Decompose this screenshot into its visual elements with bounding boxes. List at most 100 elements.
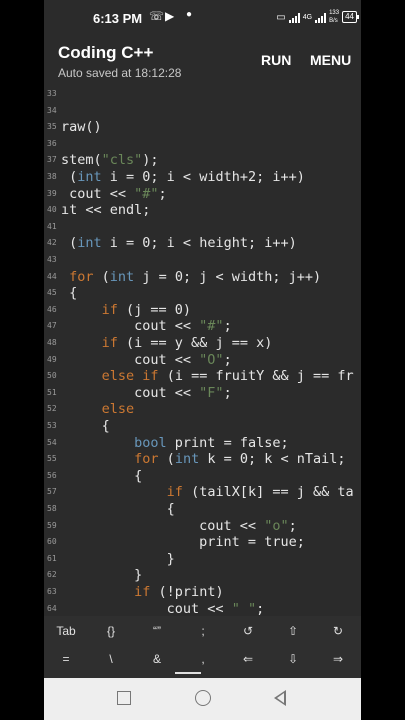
menu-button[interactable]: MENU xyxy=(310,52,351,68)
code-line[interactable]: 33 xyxy=(44,86,361,103)
code-line[interactable]: 35 raw() xyxy=(44,119,361,136)
code-text[interactable]: print = true; xyxy=(61,534,305,551)
line-number: 49 xyxy=(47,354,57,364)
code-line[interactable]: 47 cout << "#"; xyxy=(44,318,361,335)
signal-icon-1 xyxy=(288,12,300,23)
line-number: 44 xyxy=(47,271,57,281)
code-text[interactable]: else if (i == fruitY && j == fr xyxy=(61,368,354,385)
code-text[interactable]: cout << "#"; xyxy=(61,186,167,203)
code-line[interactable]: 61 } xyxy=(44,551,361,568)
code-line[interactable]: 54 bool print = false; xyxy=(44,435,361,452)
code-line[interactable]: 62 } xyxy=(44,567,361,584)
code-text[interactable]: bool print = false; xyxy=(61,435,288,452)
code-text[interactable]: cout << "#"; xyxy=(61,318,232,335)
code-line[interactable]: 49 cout << "O"; xyxy=(44,352,361,369)
code-line[interactable]: 51 cout << "F"; xyxy=(44,385,361,402)
code-text[interactable]: cout << "O"; xyxy=(61,352,232,369)
back-icon[interactable] xyxy=(274,690,286,706)
code-text[interactable]: cout << "F"; xyxy=(61,385,232,402)
semicolon-key[interactable]: ; xyxy=(186,624,220,638)
equals-key[interactable]: = xyxy=(49,652,83,666)
code-line[interactable]: 58 { xyxy=(44,501,361,518)
code-line[interactable]: 59 cout << "o"; xyxy=(44,518,361,535)
code-text[interactable]: if (j == 0) xyxy=(61,302,191,319)
line-number: 39 xyxy=(47,188,57,198)
line-number: 61 xyxy=(47,553,57,563)
network-type: 4G xyxy=(302,13,313,21)
code-text[interactable]: } xyxy=(61,551,175,568)
arrow-right-icon[interactable]: ⇒ xyxy=(321,652,355,666)
code-line[interactable]: 38 (int i = 0; i < width+2; i++) xyxy=(44,169,361,186)
code-line[interactable]: 39 cout << "#"; xyxy=(44,186,361,203)
cast-icon: ▭ xyxy=(276,11,286,23)
code-text[interactable]: { xyxy=(61,285,77,302)
net-speed-unit: B/s xyxy=(329,18,338,24)
code-text[interactable]: else xyxy=(61,401,135,418)
code-line[interactable]: 42 (int i = 0; i < height; i++) xyxy=(44,235,361,252)
recents-icon[interactable] xyxy=(117,691,131,705)
redo-icon[interactable]: ↻ xyxy=(321,624,355,638)
code-line[interactable]: 57 if (tailX[k] == j && ta xyxy=(44,484,361,501)
backslash-key[interactable]: \ xyxy=(94,652,128,666)
code-text[interactable]: (int i = 0; i < width+2; i++) xyxy=(61,169,305,186)
navigation-bar xyxy=(44,678,361,720)
run-button[interactable]: RUN xyxy=(261,52,291,68)
line-number: 40 xyxy=(47,205,57,215)
code-line[interactable]: 46 if (j == 0) xyxy=(44,302,361,319)
code-line[interactable]: 52 else xyxy=(44,401,361,418)
code-text[interactable]: { xyxy=(61,501,175,518)
line-number: 62 xyxy=(47,570,57,580)
code-text[interactable]: if (tailX[k] == j && ta xyxy=(61,484,354,501)
line-number: 64 xyxy=(47,603,57,613)
code-line[interactable]: 44 for (int j = 0; j < width; j++) xyxy=(44,269,361,286)
code-text[interactable]: } xyxy=(61,567,142,584)
code-line[interactable]: 40 ıt << endl; xyxy=(44,202,361,219)
code-text[interactable]: cout << " "; xyxy=(61,601,265,616)
code-line[interactable]: 41 xyxy=(44,219,361,236)
code-text[interactable]: (int i = 0; i < height; i++) xyxy=(61,235,297,252)
code-line[interactable]: 34 xyxy=(44,103,361,120)
comma-key[interactable]: , xyxy=(186,652,220,666)
code-line[interactable]: 37 stem("cls"); xyxy=(44,152,361,169)
code-text[interactable]: for (int k = 0; k < nTail; xyxy=(61,451,345,468)
code-line[interactable]: 64 cout << " "; xyxy=(44,601,361,616)
line-number: 48 xyxy=(47,338,57,347)
code-text[interactable]: stem("cls"); xyxy=(61,152,159,169)
code-line[interactable]: 45 { xyxy=(44,285,361,302)
code-text[interactable]: ıt << endl; xyxy=(61,202,150,219)
line-number: 33 xyxy=(47,89,57,98)
tab-key[interactable]: Tab xyxy=(49,624,83,638)
code-line[interactable]: 43 xyxy=(44,252,361,269)
code-line[interactable]: 36 xyxy=(44,136,361,153)
undo-icon[interactable]: ↺ xyxy=(231,624,265,638)
ampersand-key[interactable]: & xyxy=(140,652,174,666)
line-number: 52 xyxy=(47,404,57,414)
code-text[interactable]: { xyxy=(61,418,110,435)
code-line[interactable]: 53 { xyxy=(44,418,361,435)
line-number: 35 xyxy=(47,122,57,132)
quotes-key[interactable]: “” xyxy=(140,624,174,638)
code-text[interactable]: if (i == y && j == x) xyxy=(61,335,273,352)
home-icon[interactable] xyxy=(195,690,211,706)
code-line[interactable]: 50 else if (i == fruitY && j == fr xyxy=(44,368,361,385)
code-line[interactable]: 48 if (i == y && j == x) xyxy=(44,335,361,352)
code-text[interactable]: if (!print) xyxy=(61,584,223,601)
code-editor[interactable]: 33 34 35 raw() 36 37 stem("cls"); 38 (int i = 0… xyxy=(44,86,361,616)
code-line[interactable]: 63 if (!print) xyxy=(44,584,361,601)
line-number: 53 xyxy=(47,421,57,430)
braces-key[interactable]: {} xyxy=(94,624,128,638)
line-number: 55 xyxy=(47,454,57,464)
code-line[interactable]: 56 { xyxy=(44,468,361,485)
code-text[interactable]: raw() xyxy=(61,119,102,136)
code-text[interactable]: for (int j = 0; j < width; j++) xyxy=(61,269,321,286)
line-number: 47 xyxy=(47,321,57,331)
code-line[interactable]: 60 print = true; xyxy=(44,534,361,551)
line-number: 45 xyxy=(47,288,57,298)
line-number: 60 xyxy=(47,537,57,547)
code-line[interactable]: 55 for (int k = 0; k < nTail; xyxy=(44,451,361,468)
arrow-left-icon[interactable]: ⇐ xyxy=(231,652,265,666)
arrow-down-icon[interactable]: ⇩ xyxy=(276,652,310,666)
arrow-up-icon[interactable]: ⇧ xyxy=(276,624,310,638)
code-text[interactable]: { xyxy=(61,468,142,485)
code-text[interactable]: cout << "o"; xyxy=(61,518,297,535)
